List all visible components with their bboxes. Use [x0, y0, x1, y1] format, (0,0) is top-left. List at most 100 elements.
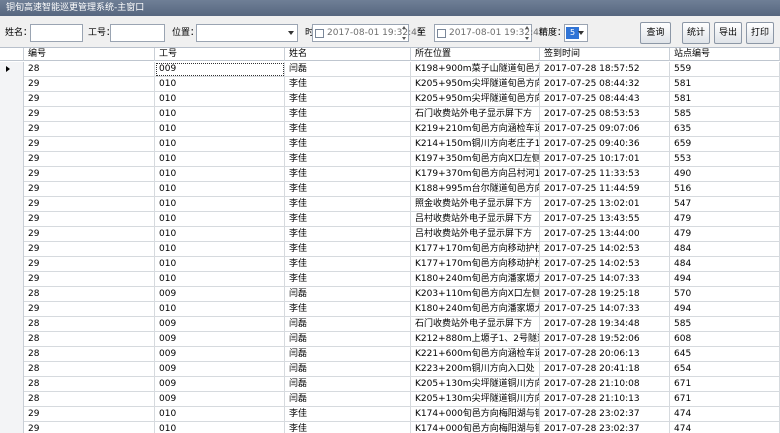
start-time-checkbox[interactable] [315, 28, 324, 38]
col-number-cell[interactable]: 28 [24, 377, 155, 392]
row-header[interactable] [0, 377, 24, 392]
table-row[interactable]: 29010李佳K219+210m旬邑方向涵检车道左...2017-07-25 0… [0, 122, 780, 137]
col-station-id-cell[interactable]: 585 [670, 107, 780, 122]
col-location-cell[interactable]: K203+110m旬邑方向X口左侧第... [411, 287, 540, 302]
col-employee-id-cell[interactable]: 009 [155, 62, 285, 77]
start-time-spinner[interactable] [400, 26, 407, 40]
col-number-cell[interactable]: 28 [24, 347, 155, 362]
col-checkin-time-cell[interactable]: 2017-07-25 14:07:33 [540, 272, 670, 287]
row-header[interactable] [0, 242, 24, 257]
col-employee-id-cell[interactable]: 009 [155, 317, 285, 332]
col-location-cell[interactable]: 吕村收费站外电子显示屏下方 [411, 227, 540, 242]
col-employee-id-cell[interactable]: 010 [155, 92, 285, 107]
col-location-cell[interactable]: K177+170m旬邑方向移动护栏尾端 [411, 242, 540, 257]
end-time-spinner[interactable] [523, 26, 530, 40]
col-location-cell[interactable]: K205+950m尖坪隧道旬邑方向隧... [411, 77, 540, 92]
col-employee-id-cell[interactable]: 010 [155, 122, 285, 137]
col-location-cell[interactable]: K205+130m尖坪隧道铜川方向隧... [411, 392, 540, 407]
col-employee-id-cell[interactable]: 010 [155, 77, 285, 92]
col-station-id-cell[interactable]: 671 [670, 377, 780, 392]
table-row[interactable]: 28 009 闫磊 K223+200m铜川方向入口处 2017-07-28 20:41:… [0, 362, 780, 377]
col-station-id-header[interactable]: 站点编号 [670, 48, 780, 61]
col-location-cell[interactable]: K188+995m台尔隧道旬邑方向隧... [411, 182, 540, 197]
col-station-id-cell[interactable]: 570 [670, 287, 780, 302]
query-button[interactable]: 查询 [640, 22, 671, 44]
col-location-cell[interactable]: 石门收费站外电子显示屏下方 [411, 107, 540, 122]
col-name-cell[interactable]: 闫磊 [285, 392, 411, 407]
col-name-cell[interactable]: 李佳 [285, 227, 411, 242]
row-header[interactable] [0, 92, 24, 107]
col-location-cell[interactable]: K205+130m尖坪隧道铜川方向隧... [411, 377, 540, 392]
col-location-cell[interactable]: K197+350m旬邑方向X口左侧第... [411, 152, 540, 167]
col-station-id-cell[interactable]: 585 [670, 317, 780, 332]
col-checkin-time-cell[interactable]: 2017-07-25 11:44:59 [540, 182, 670, 197]
col-checkin-time-cell[interactable]: 2017-07-28 21:10:08 [540, 377, 670, 392]
row-header[interactable] [0, 62, 24, 77]
col-location-cell[interactable]: K212+880m上塬子1、2号隧道旬... [411, 332, 540, 347]
row-header[interactable] [0, 272, 24, 287]
row-header[interactable] [0, 407, 24, 422]
col-name-cell[interactable]: 李佳 [285, 137, 411, 152]
col-station-id-cell[interactable]: 645 [670, 347, 780, 362]
col-employee-id-cell[interactable]: 009 [155, 332, 285, 347]
col-location-cell[interactable]: K198+900m菜子山隧道旬邑方向隧... [411, 62, 540, 77]
col-location-cell[interactable]: K223+200m铜川方向入口处 [411, 362, 540, 377]
col-station-id-cell[interactable]: 490 [670, 167, 780, 182]
col-name-cell[interactable]: 李佳 [285, 272, 411, 287]
col-location-cell[interactable]: 石门收费站外电子显示屏下方 [411, 317, 540, 332]
row-header[interactable] [0, 347, 24, 362]
col-station-id-cell[interactable]: 671 [670, 392, 780, 407]
col-station-id-cell[interactable]: 479 [670, 227, 780, 242]
col-name-cell[interactable]: 李佳 [285, 167, 411, 182]
row-header[interactable] [0, 167, 24, 182]
col-employee-id-cell[interactable]: 009 [155, 362, 285, 377]
col-checkin-time-cell[interactable]: 2017-07-25 08:53:53 [540, 107, 670, 122]
col-checkin-time-cell[interactable]: 2017-07-25 09:07:06 [540, 122, 670, 137]
col-name-cell[interactable]: 李佳 [285, 212, 411, 227]
col-location-cell[interactable]: K214+150m铜川方向老庄子1号... [411, 137, 540, 152]
export-button[interactable]: 导出 [714, 22, 742, 44]
col-employee-id-cell[interactable]: 009 [155, 392, 285, 407]
table-row[interactable]: 28009闫磊K221+600m旬邑方向涵检车道左...2017-07-28 2… [0, 347, 780, 362]
col-location-cell[interactable]: K177+170m旬邑方向移动护栏尾端 [411, 257, 540, 272]
row-header[interactable] [0, 362, 24, 377]
col-number-cell[interactable]: 29 [24, 257, 155, 272]
col-name-cell[interactable]: 闫磊 [285, 332, 411, 347]
table-row[interactable]: 29 010 李佳 照金收费站外电子显示屏下方 2017-07-25 13:02:01 5… [0, 197, 780, 212]
precision-combobox[interactable]: 5 [564, 24, 588, 42]
col-name-cell[interactable]: 李佳 [285, 197, 411, 212]
col-checkin-time-cell[interactable]: 2017-07-28 23:02:37 [540, 422, 670, 433]
row-header[interactable] [0, 212, 24, 227]
col-location-cell[interactable]: K174+000旬邑方向梅阳湖与铜旬... [411, 422, 540, 433]
col-checkin-time-cell[interactable]: 2017-07-25 11:33:53 [540, 167, 670, 182]
col-location-cell[interactable]: K174+000旬邑方向梅阳湖与铜旬... [411, 407, 540, 422]
col-number-cell[interactable]: 29 [24, 77, 155, 92]
chevron-down-icon[interactable] [578, 31, 584, 35]
table-row[interactable]: 29010李佳K177+170m旬邑方向移动护栏尾端2017-07-25 14:… [0, 257, 780, 272]
start-time-picker[interactable]: 2017-08-01 19:32:49 [312, 24, 423, 42]
table-row[interactable]: 28009闫磊K205+130m尖坪隧道铜川方向隧...2017-07-28 2… [0, 377, 780, 392]
spin-down-icon[interactable] [524, 37, 529, 40]
col-employee-id-cell[interactable]: 010 [155, 137, 285, 152]
table-row[interactable]: 29010李佳K197+350m旬邑方向X口左侧第...2017-07-25 1… [0, 152, 780, 167]
col-station-id-cell[interactable]: 553 [670, 152, 780, 167]
col-number-cell[interactable]: 29 [24, 227, 155, 242]
col-name-cell[interactable]: 闫磊 [285, 287, 411, 302]
col-name-cell[interactable]: 李佳 [285, 302, 411, 317]
col-number-cell[interactable]: 29 [24, 422, 155, 433]
row-header[interactable] [0, 422, 24, 433]
col-employee-id-cell[interactable]: 010 [155, 197, 285, 212]
col-employee-id-cell[interactable]: 010 [155, 227, 285, 242]
col-number-cell[interactable]: 28 [24, 392, 155, 407]
col-checkin-time-cell[interactable]: 2017-07-28 21:10:13 [540, 392, 670, 407]
col-name-cell[interactable]: 闫磊 [285, 62, 411, 77]
col-name-cell[interactable]: 李佳 [285, 122, 411, 137]
print-button[interactable]: 打印 [746, 22, 774, 44]
col-name-cell[interactable]: 李佳 [285, 92, 411, 107]
table-row[interactable]: 29010李佳K188+995m台尔隧道旬邑方向隧...2017-07-25 1… [0, 182, 780, 197]
col-employee-id-cell[interactable]: 009 [155, 377, 285, 392]
col-checkin-time-cell[interactable]: 2017-07-28 20:41:18 [540, 362, 670, 377]
col-checkin-time-cell[interactable]: 2017-07-28 20:06:13 [540, 347, 670, 362]
col-name-cell[interactable]: 李佳 [285, 422, 411, 433]
col-name-cell[interactable]: 闫磊 [285, 362, 411, 377]
